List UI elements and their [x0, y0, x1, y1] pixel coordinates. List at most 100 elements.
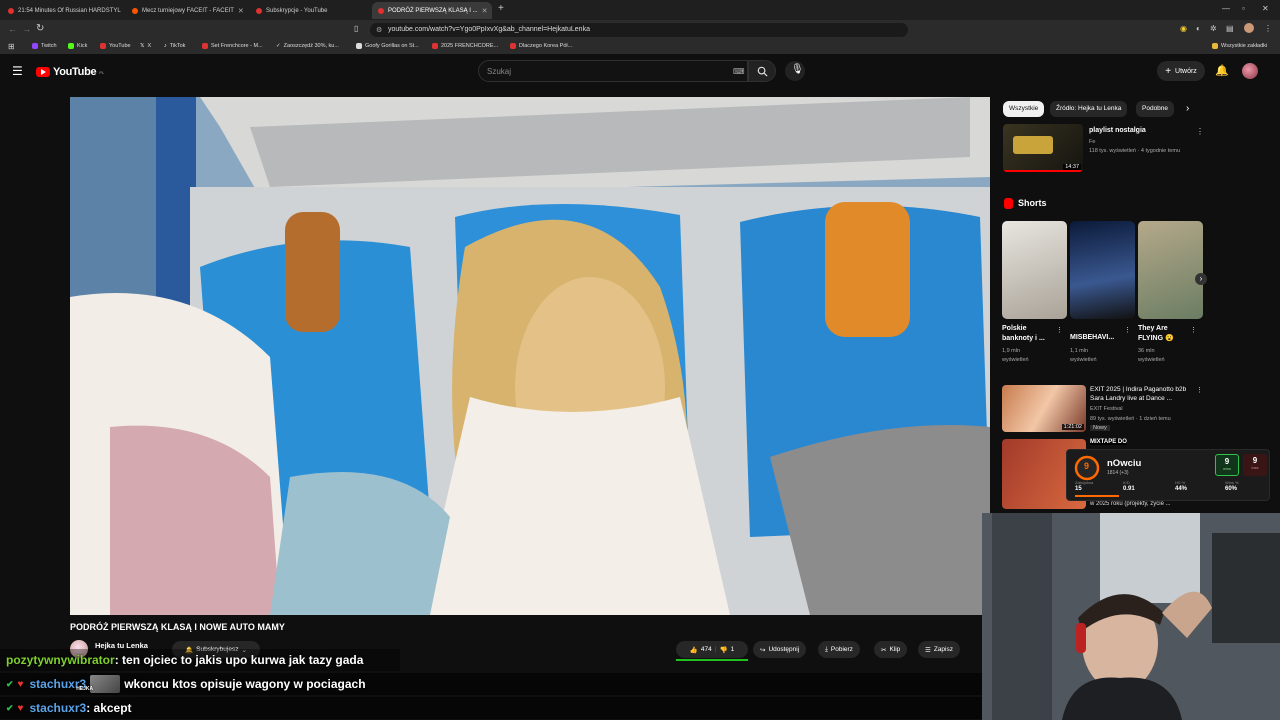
- chat-username: pozytywnywibrator: [6, 653, 115, 667]
- bookmark-item[interactable]: Set Frenchcore - M...: [202, 43, 263, 49]
- like-icon[interactable]: 👍: [690, 646, 698, 654]
- download-button[interactable]: ⤓ Pobierz: [818, 641, 860, 658]
- bookmark-youtube[interactable]: YouTube: [100, 43, 131, 49]
- close-tab-icon[interactable]: ✕: [482, 7, 488, 15]
- verified-badge-icon: ✔: [6, 702, 14, 713]
- chat-text: wkoncu ktos opisuje wagony w pociagach: [124, 677, 366, 691]
- tab-title: Mecz turniejowy FACEIT - FACEIT: [142, 7, 234, 14]
- browser-tab[interactable]: 21:54 Minutes Of Russian HARDSTYL: [2, 2, 122, 19]
- more-options-icon[interactable]: ⋮: [1190, 326, 1197, 334]
- kick-icon: [68, 43, 74, 49]
- short-views: 1,1 mln: [1070, 348, 1089, 354]
- new-tab-icon[interactable]: +: [498, 3, 504, 14]
- short-title[interactable]: MISBEHAVI...: [1070, 334, 1114, 341]
- bookmark-icon[interactable]: ▯: [354, 24, 358, 33]
- short-views-label: wyświetleń: [1138, 357, 1165, 363]
- short-thumbnail[interactable]: [1070, 221, 1135, 319]
- webcam-frame: [982, 513, 1280, 720]
- search-input[interactable]: Szukaj ⌨: [478, 60, 748, 82]
- apps-icon[interactable]: ⊞: [8, 42, 15, 51]
- microphone-icon: 🎙: [791, 64, 804, 75]
- search-button[interactable]: [748, 60, 776, 82]
- clip-button[interactable]: ✂ Klip: [874, 641, 908, 658]
- minimize-icon[interactable]: —: [1222, 4, 1230, 13]
- browser-menu-icon[interactable]: ⋮: [1264, 24, 1272, 33]
- sidebar-icon[interactable]: ▤: [1226, 24, 1234, 33]
- back-icon[interactable]: ←: [8, 24, 17, 34]
- save-playlist-icon: ☰: [925, 646, 931, 654]
- site-info-icon[interactable]: ⚙: [376, 26, 382, 34]
- reload-icon[interactable]: ↻: [36, 23, 44, 34]
- video-meta: w 2025 roku (projekty, życie ...: [1090, 501, 1171, 507]
- browser-tab[interactable]: Mecz turniejowy FACEIT - FACEIT ✕: [126, 2, 246, 19]
- save-button[interactable]: ☰ Zapisz: [918, 641, 960, 658]
- maximize-icon[interactable]: ▫: [1242, 4, 1245, 13]
- short-thumbnail[interactable]: [1002, 221, 1067, 319]
- plus-icon: +: [1165, 65, 1172, 77]
- close-tab-icon[interactable]: ✕: [238, 7, 244, 15]
- tab-title: 21:54 Minutes Of Russian HARDSTYL: [18, 7, 121, 14]
- more-options-icon[interactable]: ⋮: [1196, 386, 1203, 394]
- video-player[interactable]: [70, 97, 990, 615]
- forward-icon[interactable]: →: [22, 24, 31, 34]
- bookmark-item[interactable]: Goofy Gorillas on St...: [356, 43, 419, 49]
- bookmark-item[interactable]: Dlaczego Korea Pół...: [510, 43, 572, 49]
- youtube-icon: [432, 43, 438, 49]
- bookmark-tiktok[interactable]: ♪ TikTok: [164, 43, 185, 49]
- url-text: youtube.com/watch?v=Ygo0PpIxvXg&ab_chann…: [388, 26, 590, 33]
- webcam-overlay: [982, 513, 1280, 720]
- video-title: PODRÓŻ PIERWSZĄ KLASĄ I NOWE AUTO MAMY: [70, 622, 285, 632]
- extensions-icon[interactable]: ✲: [1210, 24, 1217, 33]
- notifications-bell-icon[interactable]: 🔔: [1215, 64, 1229, 77]
- video-thumbnail[interactable]: 1:21:02: [1002, 385, 1086, 432]
- heart-badge-icon: ♥: [17, 678, 24, 690]
- bookmark-kick[interactable]: Kick: [68, 43, 87, 49]
- youtube-favicon-icon: [8, 7, 14, 14]
- faceit-losses-label: loss: [1251, 465, 1259, 470]
- user-avatar[interactable]: [1242, 63, 1258, 79]
- kills-progress-bar: [1075, 495, 1119, 497]
- faceit-level: 9: [1084, 461, 1090, 471]
- video-title[interactable]: EXIT 2025 | Indira Paganotto b2b Sara La…: [1090, 385, 1190, 403]
- dislike-count: 1: [730, 646, 735, 653]
- dislike-icon[interactable]: 👎: [719, 646, 727, 654]
- bookmark-item[interactable]: 2025 FRENCHCORE...: [432, 43, 498, 49]
- more-options-icon[interactable]: ⋮: [1124, 326, 1131, 334]
- url-bar[interactable]: ⚙ youtube.com/watch?v=Ygo0PpIxvXg&ab_cha…: [370, 23, 908, 37]
- hamburger-menu-icon[interactable]: ☰: [12, 64, 23, 78]
- extension-icon[interactable]: ◉: [1180, 24, 1187, 33]
- extension-icon[interactable]: ◐: [1196, 24, 1201, 33]
- faceit-wins-box: 9 wins: [1215, 454, 1239, 476]
- like-dislike-group: 👍 474 | 👎 1: [676, 641, 748, 658]
- bookmarks-bar: ⊞ Twitch Kick YouTube 𝕏X ♪ TikTok Set Fre…: [0, 40, 1280, 54]
- youtube-logo[interactable]: YouTube PL: [36, 66, 104, 78]
- voice-search-button[interactable]: 🎙: [785, 61, 805, 81]
- bookmark-twitch[interactable]: Twitch: [32, 43, 57, 49]
- profile-avatar[interactable]: [1244, 23, 1254, 33]
- short-thumbnail[interactable]: [1138, 221, 1203, 319]
- all-bookmarks[interactable]: Wszystkie zakładki: [1212, 43, 1267, 49]
- bookmark-x[interactable]: 𝕏X: [140, 43, 151, 49]
- browser-tab-active[interactable]: PODRÓŻ PIERWSZĄ KLASĄ I ... ✕: [372, 2, 492, 19]
- chip-related[interactable]: Podobne: [1136, 101, 1175, 117]
- chevron-right-icon[interactable]: ›: [1186, 103, 1189, 114]
- bookmark-item[interactable]: ✓ Zaoszczędź 30%, ku...: [276, 43, 339, 49]
- create-button[interactable]: + Utwórz: [1157, 61, 1205, 81]
- chip-from-channel[interactable]: Źródło: Hejka tu Lenka: [1050, 101, 1128, 117]
- video-title[interactable]: MIXTAPE DO: [1090, 439, 1127, 445]
- playlist-thumbnail[interactable]: 14:37: [1003, 124, 1083, 172]
- playlist-title[interactable]: playlist nostalgia: [1089, 127, 1146, 134]
- short-title[interactable]: Polskie banknoty i ...: [1002, 324, 1056, 344]
- share-button[interactable]: ↪ Udostępnij: [753, 641, 807, 658]
- playlist-meta: 118 tys. wyświetleń · 4 tygodnie temu: [1089, 148, 1180, 154]
- more-options-icon[interactable]: ⋮: [1196, 127, 1204, 136]
- short-title[interactable]: They Are FLYING 😮: [1138, 324, 1188, 344]
- shorts-next-icon[interactable]: ›: [1195, 273, 1207, 285]
- browser-tab[interactable]: Subskrypcje - YouTube: [250, 2, 370, 19]
- chat-emote: HEJKA: [76, 675, 121, 693]
- keyboard-icon[interactable]: ⌨: [733, 67, 745, 76]
- more-options-icon[interactable]: ⋮: [1056, 326, 1063, 334]
- short-views: 1,9 mln: [1002, 348, 1021, 354]
- chip-all[interactable]: Wszystkie: [1003, 101, 1045, 117]
- close-window-icon[interactable]: ✕: [1262, 4, 1269, 13]
